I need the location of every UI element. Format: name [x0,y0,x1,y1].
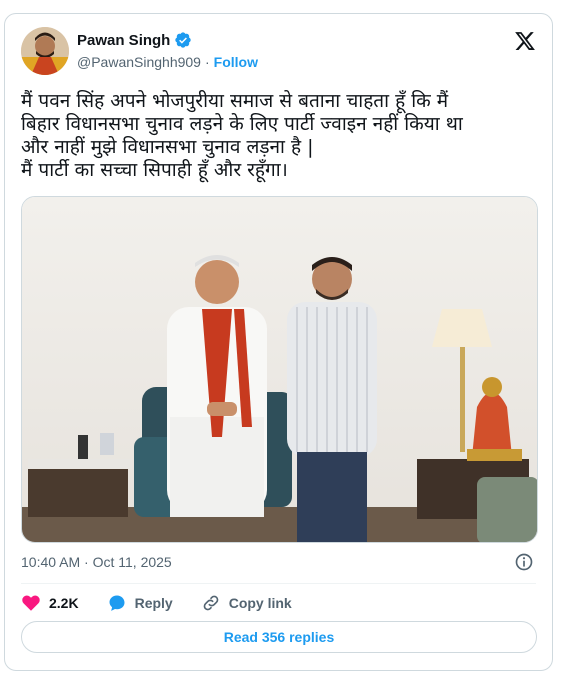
tweet-photo[interactable] [21,196,538,543]
follow-button[interactable]: Follow [214,54,258,70]
like-button[interactable]: 2.2K [21,593,79,613]
tweet-line: और नाहीं मुझे विधानसभा चुनाव लड़ना है | [21,136,314,158]
reply-label: Reply [134,595,173,611]
separator-dot: · [204,54,210,70]
info-icon[interactable] [514,552,534,572]
photo-illustration [22,197,537,542]
reply-button[interactable]: Reply [107,593,173,613]
tweet-text: मैं पवन सिंह अपने भोजपुरीया समाज से बतान… [21,90,536,182]
tweet-card: Pawan Singh @PawanSinghh909 · Follow मैं… [4,13,553,671]
avatar[interactable] [21,27,69,75]
tweet-line: मैं पवन सिंह अपने भोजपुरीया समाज से बतान… [21,90,449,112]
link-icon [203,595,219,611]
divider [21,583,536,584]
author-name[interactable]: Pawan Singh [77,32,170,49]
handle-row: @PawanSinghh909 · Follow [77,54,258,70]
author-name-row[interactable]: Pawan Singh [77,31,192,49]
heart-icon [22,595,40,611]
tweet-line: बिहार विधानसभा चुनाव लड़ने के लिए पार्टी… [21,113,463,135]
tweet-actions: 2.2K Reply Copy link [21,592,320,614]
copy-link-label: Copy link [228,595,292,611]
read-replies-button[interactable]: Read 356 replies [21,621,537,653]
x-logo-icon[interactable] [514,30,536,52]
tweet-timestamp[interactable]: 10:40 AM · Oct 11, 2025 [21,554,172,570]
copy-link-button[interactable]: Copy link [201,593,292,613]
read-replies-label: Read 356 replies [223,629,335,645]
reply-bubble-icon [109,595,125,611]
verified-badge-icon [175,32,192,48]
like-count: 2.2K [49,595,79,611]
author-handle[interactable]: @PawanSinghh909 [77,54,201,70]
tweet-line: मैं पार्टी का सच्चा सिपाही हूँ और रहूँगा… [21,159,288,181]
